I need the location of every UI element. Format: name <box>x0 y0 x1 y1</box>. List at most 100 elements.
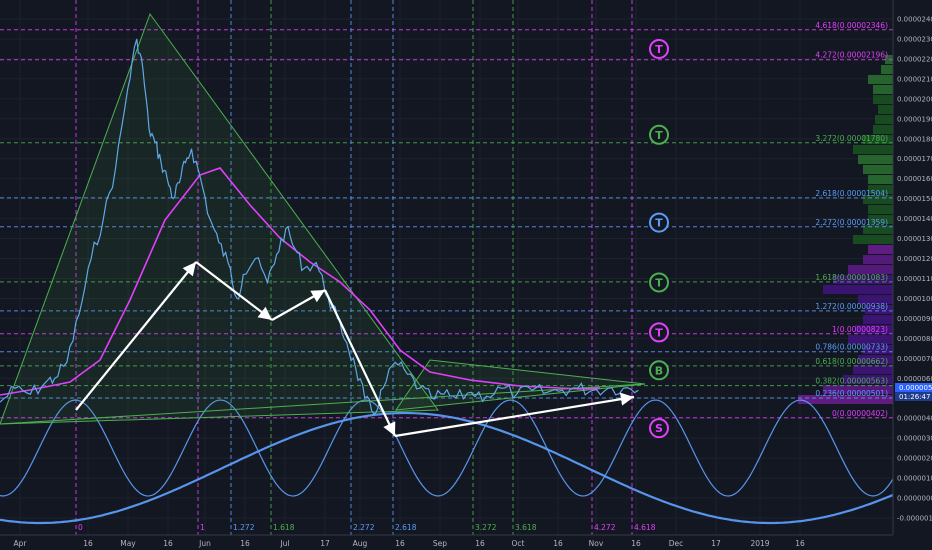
y-tick-label: 0.00000700 <box>897 355 932 363</box>
y-tick-label: 0.00001500 <box>897 195 932 203</box>
x-tick-label: 17 <box>320 539 330 548</box>
y-tick-label: 0.00000000 <box>897 495 932 503</box>
x-tick-label: Apr <box>14 539 28 548</box>
y-tick-label: 0.00001900 <box>897 115 932 123</box>
fib-level-label: 0.236(0.00000501) <box>815 389 888 398</box>
fib-level-label: 0.618(0.00000662) <box>815 357 888 366</box>
volume-profile-bar <box>853 365 893 374</box>
y-tick-label: -0.00000100 <box>897 515 932 523</box>
volume-profile-bar <box>863 255 893 264</box>
x-tick-label: Jul <box>279 539 289 548</box>
y-axis[interactable]: 0.00002400 0.00002300 0.00002200 0.00002100… <box>892 0 932 550</box>
fib-time-label: 1.272 <box>233 523 255 532</box>
volume-profile-bar <box>868 75 893 84</box>
signal-badge: T <box>649 38 669 59</box>
y-tick-label: 0.00001100 <box>897 275 932 283</box>
y-tick-label: 0.00000100 <box>897 475 932 483</box>
volume-profile-bar <box>868 205 893 214</box>
countdown-label: 01:26:47 <box>899 393 930 401</box>
volume-profile-bar <box>858 155 893 164</box>
volume-profile-bar <box>881 65 893 74</box>
x-tick-label: 16 <box>163 539 173 548</box>
x-tick-label: 16 <box>553 539 563 548</box>
y-tick-label: 0.00002300 <box>897 35 932 43</box>
volume-profile-bar <box>853 145 893 154</box>
signal-badge: T <box>649 212 669 233</box>
volume-profile-bar <box>873 95 893 104</box>
y-tick-label: 0.00001300 <box>897 235 932 243</box>
x-tick-label: Jun <box>198 539 211 548</box>
y-tick-label: 0.00000200 <box>897 455 932 463</box>
volume-profile-bar <box>873 125 893 134</box>
y-tick-label: 0.00001800 <box>897 135 932 143</box>
fib-level-label: 0.786(0.00000733) <box>815 343 888 352</box>
fib-level-label: 1(0.00000823) <box>832 325 888 334</box>
signal-badge: T <box>649 124 669 145</box>
x-tick-label: May <box>120 539 136 548</box>
fib-level-label: 1.272(0.00000938) <box>815 302 888 311</box>
y-tick-label: 0.00000600 <box>897 375 932 383</box>
y-tick-label: 0.00002000 <box>897 95 932 103</box>
y-tick-label: 0.00002100 <box>897 75 932 83</box>
x-tick-label: 16 <box>395 539 405 548</box>
current-price-label: 0.00000545 <box>899 384 932 392</box>
fib-time-label: 3.618 <box>515 523 537 532</box>
x-tick-label: Oct <box>512 539 525 548</box>
fib-time-label: 1 <box>200 523 205 532</box>
volume-profile-bar <box>853 235 893 244</box>
x-axis-background <box>0 535 932 550</box>
fib-time-label: 3.272 <box>475 523 497 532</box>
fib-time-label: 2.272 <box>353 523 375 532</box>
signal-badge-letter: S <box>655 422 663 435</box>
fib-time-label: 2.618 <box>395 523 417 532</box>
y-tick-label: 0.00001200 <box>897 255 932 263</box>
x-tick-label: Nov <box>589 539 604 548</box>
volume-profile-bar <box>823 285 893 294</box>
fib-level-label: 3.272(0.00001780) <box>815 134 888 143</box>
x-tick-label: 16 <box>83 539 93 548</box>
y-tick-label: 0.00000400 <box>897 415 932 423</box>
x-tick-label: Sep <box>433 539 447 548</box>
x-tick-label: 16 <box>631 539 641 548</box>
x-tick-label: 16 <box>240 539 250 548</box>
x-tick-label: 17 <box>711 539 721 548</box>
signal-badge-letter: B <box>655 364 663 377</box>
y-tick-label: 0.00002200 <box>897 55 932 63</box>
signal-badge-letter: T <box>655 217 663 230</box>
signal-badge: T <box>649 322 669 343</box>
signal-badge-letter: T <box>655 129 663 142</box>
fib-level-label: 0(0.00000402) <box>832 409 888 418</box>
x-axis[interactable]: Apr 16 May 16 Jun 16 Jul 17 Aug 16 Sep 16 Oct 16 Nov 16… <box>0 534 932 550</box>
volume-profile-bar <box>863 315 893 324</box>
fib-level-label: 4.272(0.00002196) <box>815 51 888 60</box>
volume-profile-bar <box>868 175 893 184</box>
volume-profile-bar <box>873 85 893 94</box>
y-tick-label: 0.00001400 <box>897 215 932 223</box>
fib-level-label: 2.272(0.00001359) <box>815 218 888 227</box>
x-tick-label: Aug <box>353 539 368 548</box>
volume-profile-bar <box>868 245 893 254</box>
price-chart[interactable]: 4.618(0.00002346) 4.272(0.00002196) 3.272(… <box>0 0 932 550</box>
fib-time-label: 0 <box>78 523 83 532</box>
volume-profile-bar <box>863 165 893 174</box>
fib-level-label: 1.618(0.00001083) <box>815 273 888 282</box>
volume-profile-bar <box>875 115 893 124</box>
y-tick-label: 0.00002400 <box>897 16 932 24</box>
fib-level-label: 0.382(0.00000563) <box>815 377 888 386</box>
signal-badge-letter: T <box>655 43 663 56</box>
signal-badge: S <box>649 418 669 439</box>
volume-profile-bar <box>878 105 893 114</box>
fib-time-label: 1.618 <box>273 523 295 532</box>
y-tick-label: 0.00000300 <box>897 435 932 443</box>
x-tick-label: 2019 <box>750 539 769 548</box>
fib-level-label: 4.618(0.00002346) <box>815 21 888 30</box>
y-tick-label: 0.00000800 <box>897 335 932 343</box>
y-tick-label: 0.00001700 <box>897 155 932 163</box>
signal-badge: T <box>649 272 669 293</box>
y-tick-label: 0.00001600 <box>897 175 932 183</box>
x-tick-label: 16 <box>475 539 485 548</box>
fib-level-label: 2.618(0.00001504) <box>815 189 888 198</box>
x-tick-label: Dec <box>669 539 684 548</box>
signal-badge: B <box>649 360 669 381</box>
x-tick-label: 16 <box>795 539 805 548</box>
